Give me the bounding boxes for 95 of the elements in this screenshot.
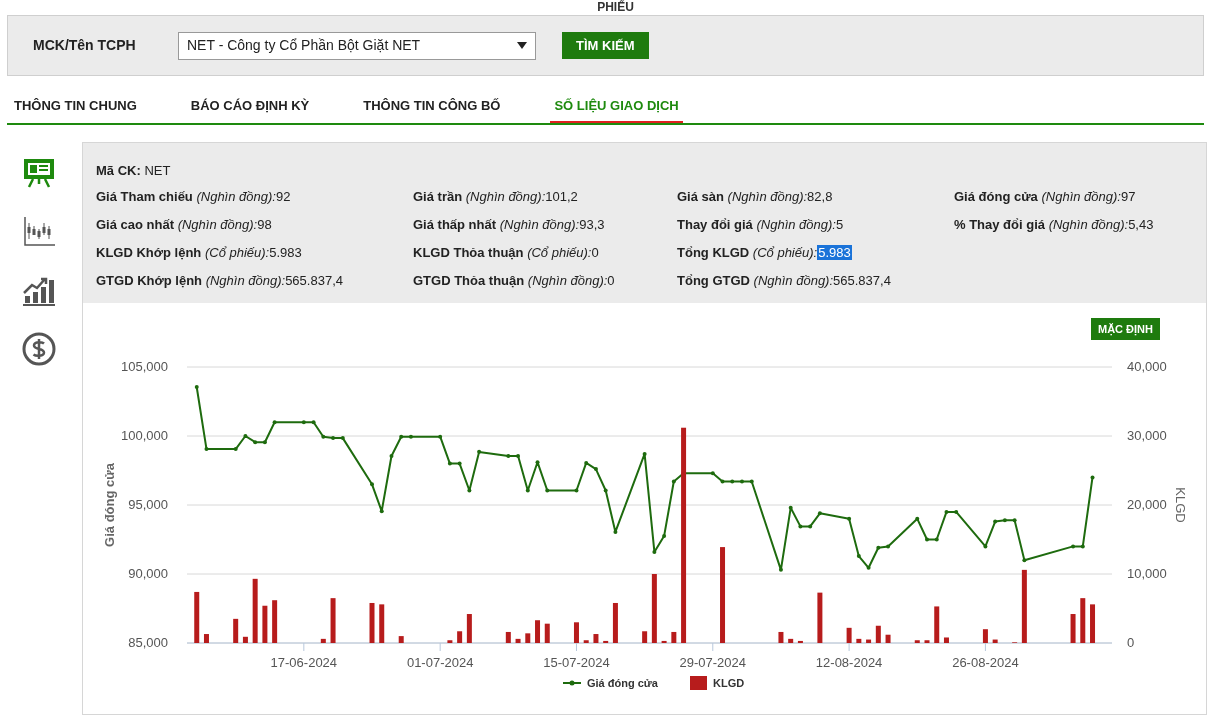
search-button[interactable]: TÌM KIẾM <box>562 32 649 59</box>
info-field: GTGD Khớp lệnh (Nghìn đồng):565.837,4 <box>96 267 413 295</box>
volume-bar <box>866 639 872 643</box>
axis-title: Giá đóng cửa <box>102 463 117 547</box>
volume-bar <box>573 622 579 643</box>
info-field: Giá trần (Nghìn đồng):101,2 <box>413 183 677 211</box>
axis-tick-label: 10,000 <box>1127 566 1167 581</box>
volume-bar <box>320 638 326 643</box>
volume-bar <box>272 600 278 643</box>
volume-bar <box>505 631 511 643</box>
info-field: % Thay đổi giá (Nghìn đồng):5,43 <box>954 211 1206 239</box>
volume-bar <box>515 638 521 643</box>
legend-line-icon <box>562 680 582 686</box>
axis-tick-label: 90,000 <box>128 566 168 581</box>
axis-tick-label: 26-08-2024 <box>952 655 1019 670</box>
axis-tick-label: 20,000 <box>1127 497 1167 512</box>
volume-bar <box>797 640 803 643</box>
volume-bar <box>466 614 472 643</box>
volume-bar <box>194 591 200 643</box>
volume-bar <box>447 640 453 643</box>
volume-bar <box>379 604 385 643</box>
axis-tick-label: 95,000 <box>128 497 168 512</box>
volume-bar <box>846 627 852 643</box>
axis-tick-label: 100,000 <box>121 428 168 443</box>
volume-bar <box>992 639 998 643</box>
info-field: Giá cao nhất (Nghìn đồng):98 <box>96 211 413 239</box>
info-field: GTGD Thỏa thuận (Nghìn đồng):0 <box>413 267 677 295</box>
tab[interactable]: SỐ LIỆU GIAO DỊCH <box>550 90 683 123</box>
volume-bar <box>262 605 268 643</box>
volume-bar <box>330 598 336 643</box>
volume-bar <box>612 603 618 643</box>
axis-tick-label: 30,000 <box>1127 428 1167 443</box>
info-field: Giá sàn (Nghìn đồng):82,8 <box>677 183 954 211</box>
volume-bar <box>583 640 589 643</box>
company-dropdown[interactable]: NET - Công ty Cổ Phần Bột Giặt NET <box>178 31 536 60</box>
axis-tick-label: 12-08-2024 <box>815 655 883 670</box>
volume-bar <box>856 638 862 643</box>
axis-title: KLGD <box>1173 487 1188 523</box>
volume-bar <box>875 625 881 643</box>
volume-bar <box>817 592 823 643</box>
field-label: MCK/Tên TCPH <box>33 36 137 55</box>
volume-bar <box>651 574 657 643</box>
volume-bar <box>535 620 541 643</box>
volume-bar <box>1090 604 1096 643</box>
info-field: KLGD Thỏa thuận (Cổ phiếu):0 <box>413 239 677 267</box>
stock-code: Mã CK: NET <box>96 163 171 178</box>
axis-tick-label: 40,000 <box>1127 359 1167 374</box>
info-field: Giá đóng cửa (Nghìn đồng):97 <box>954 183 1206 211</box>
volume-bar <box>885 634 891 643</box>
volume-bar <box>642 631 648 643</box>
volume-bar <box>943 637 949 643</box>
volume-bar <box>457 631 463 643</box>
info-field: KLGD Khớp lệnh (Cổ phiếu):5.983 <box>96 239 413 267</box>
volume-bar <box>603 640 609 643</box>
axis-tick-label: 105,000 <box>121 359 168 374</box>
volume-bar <box>544 623 550 643</box>
axis-tick-label: 01-07-2024 <box>406 655 474 670</box>
volume-bar <box>233 618 239 643</box>
axis-tick-label: 85,000 <box>128 635 168 650</box>
axis-tick-label: 29-07-2024 <box>679 655 747 670</box>
page-title: PHIẾU <box>597 0 634 15</box>
default-view-button[interactable]: MẶC ĐỊNH <box>1091 318 1160 340</box>
volume-bar <box>778 631 784 643</box>
volume-bar <box>525 633 531 643</box>
dollar-coin-icon[interactable] <box>21 331 57 367</box>
axis-tick-label: 17-06-2024 <box>270 655 338 670</box>
legend-label: KLGD <box>713 677 745 689</box>
tab[interactable]: THÔNG TIN CHUNG <box>10 90 141 123</box>
info-field: Giá thấp nhất (Nghìn đồng):93,3 <box>413 211 677 239</box>
info-field: Giá Tham chiếu (Nghìn đồng):92 <box>96 183 413 211</box>
volume-bar <box>398 636 404 643</box>
volume-bar <box>242 636 248 643</box>
volume-bar <box>914 640 920 643</box>
legend-swatch-icon <box>690 676 707 690</box>
tab[interactable]: BÁO CÁO ĐỊNH KỲ <box>186 90 314 123</box>
tab[interactable]: THÔNG TIN CÔNG BỐ <box>359 90 505 123</box>
volume-bar <box>934 606 940 643</box>
volume-bar <box>369 603 375 643</box>
axis-tick-label: 0 <box>1127 635 1135 650</box>
volume-bar <box>982 629 988 643</box>
volume-bar <box>1070 614 1076 643</box>
volume-bar <box>788 638 794 643</box>
volume-bar <box>203 634 209 643</box>
caret-down-icon <box>517 42 527 49</box>
volume-bar <box>924 640 930 643</box>
info-field: Tổng GTGD (Nghìn đồng):565.837,4 <box>677 267 954 295</box>
volume-bar <box>671 631 677 643</box>
volume-bar <box>593 634 599 643</box>
info-field: Thay đổi giá (Nghìn đồng):5 <box>677 211 954 239</box>
volume-bar <box>1080 598 1086 643</box>
volume-bar <box>661 640 667 643</box>
legend-label: Giá đóng cửa <box>587 677 658 689</box>
info-field: Tổng KLGD (Cổ phiếu):5.983 <box>677 239 954 267</box>
volume-bar <box>252 578 258 643</box>
axis-tick-label: 15-07-2024 <box>543 655 610 670</box>
